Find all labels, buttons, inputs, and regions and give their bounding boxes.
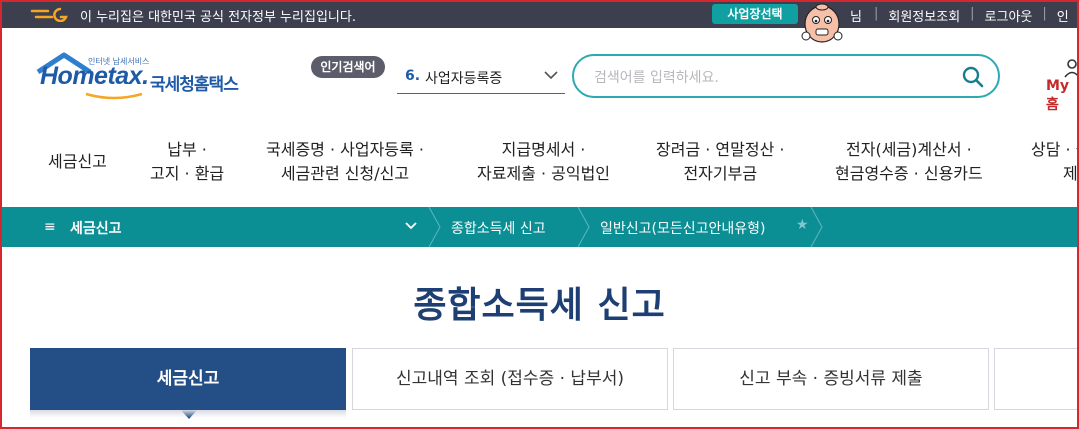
search-placeholder: 검색어를 입력하세요. xyxy=(594,70,719,86)
tab-label: 신고 부속 · 증빙서류 제출 xyxy=(739,369,923,389)
menu-certificates[interactable]: 국세증명 · 사업자등록 · 세금관련 신청/신고 xyxy=(266,138,424,186)
breadcrumb-separator-icon xyxy=(577,207,590,247)
menu-tax-filing[interactable]: 세금신고 xyxy=(48,150,107,174)
menu-line: 세금관련 신청/신고 xyxy=(280,164,410,183)
star-icon[interactable]: ★ xyxy=(796,217,809,233)
my-home-link[interactable]: My홈 xyxy=(1046,78,1079,114)
search-input[interactable]: 검색어를 입력하세요. xyxy=(572,54,1000,98)
user-name-suffix: 님 xyxy=(850,10,862,25)
menu-line: 자료제출 · 공익법인 xyxy=(477,164,611,183)
menu-icon: ≡ xyxy=(44,219,56,235)
menu-line: 현금영수증 · 신용카드 xyxy=(835,164,983,183)
logout-link[interactable]: 로그아웃 xyxy=(985,6,1033,25)
breadcrumb-separator-icon xyxy=(428,207,441,247)
tab-label: 신고내역 조회 (접수증 · 납부서) xyxy=(396,369,624,389)
tab-document-submission[interactable]: 신고 부속 · 증빙서류 제출 xyxy=(673,348,989,410)
breadcrumb-item[interactable]: 일반신고(모든신고안내유형) xyxy=(600,218,765,238)
top-links: | 회원정보조회 | 로그아웃 | 인 xyxy=(874,6,1069,25)
menu-e-invoice[interactable]: 전자(세금)계산서 · 현금영수증 · 신용카드 xyxy=(835,138,983,186)
menu-line: 납부 · xyxy=(167,140,207,159)
mascot-sticker-icon xyxy=(801,3,843,43)
separator: | xyxy=(1042,6,1047,21)
section-dropdown[interactable]: ≡ 세금신고 xyxy=(30,207,430,247)
separator: | xyxy=(874,6,879,21)
egov-logo-icon xyxy=(30,7,68,22)
search-icon[interactable] xyxy=(961,65,985,89)
truncated-top-link[interactable]: 인 xyxy=(1057,6,1069,25)
breadcrumb: ≡ 세금신고 종합소득세 신고 일반신고(모든신고안내유형) ★ xyxy=(0,207,1079,247)
logo-swoosh-icon xyxy=(85,92,143,100)
menu-line: 전자(세금)계산서 · xyxy=(846,140,972,159)
popular-term: 사업자등록증 xyxy=(425,71,503,87)
tab-tax-filing[interactable]: 세금신고 xyxy=(30,348,346,419)
menu-line: 지급명세서 · xyxy=(501,140,586,159)
popular-search-badge: 인기검색어 xyxy=(311,56,385,78)
breadcrumb-separator-icon xyxy=(810,207,823,247)
page-title: 종합소득세 신고 xyxy=(413,285,666,326)
hometax-logo[interactable]: 인터넷 납세서비스 Hometax. 국세청홈택스 xyxy=(30,52,250,104)
gov-notice-text: 이 누리집은 대한민국 공식 전자정부 누리집입니다. xyxy=(80,10,356,25)
menu-line: 장려금 · 연말정산 · xyxy=(656,140,785,159)
menu-line: 세금신고 xyxy=(48,152,107,171)
tab-label: 세금신고 xyxy=(156,369,220,389)
menu-payment[interactable]: 납부 · 고지 · 환급 xyxy=(150,138,224,186)
menu-line: 제 xyxy=(1063,164,1078,183)
main-menu: 세금신고 납부 · 고지 · 환급 국세증명 · 사업자등록 · 세금관련 신청… xyxy=(0,130,1079,192)
popular-search-select[interactable]: 6. 사업자등록증 xyxy=(397,62,565,94)
member-info-link[interactable]: 회원정보조회 xyxy=(888,6,960,25)
logo-wordmark: Hometax. xyxy=(40,62,149,90)
logo-korean-name: 국세청홈택스 xyxy=(150,75,239,95)
tab-truncated[interactable] xyxy=(994,348,1077,410)
menu-line: 상담 · 불 xyxy=(1031,140,1079,159)
menu-line: 국세증명 · 사업자등록 · xyxy=(266,140,424,159)
section-label: 세금신고 xyxy=(70,221,122,237)
business-select-button[interactable]: 사업장선택 xyxy=(712,4,798,24)
menu-line: 고지 · 환급 xyxy=(150,164,225,183)
separator: | xyxy=(970,6,975,21)
menu-line: 전자기부금 xyxy=(683,164,758,183)
menu-incentives[interactable]: 장려금 · 연말정산 · 전자기부금 xyxy=(656,138,784,186)
menu-consultation[interactable]: 상담 · 불 제 xyxy=(1031,138,1079,186)
tab-shadow xyxy=(30,410,346,418)
gov-notice-bar: 이 누리집은 대한민국 공식 전자정부 누리집입니다. 사업장선택 님 | 회원… xyxy=(0,0,1079,28)
chevron-down-icon xyxy=(405,222,417,230)
chevron-down-icon xyxy=(544,71,558,80)
breadcrumb-item[interactable]: 종합소득세 신고 xyxy=(451,218,546,238)
person-icon[interactable] xyxy=(1062,58,1079,78)
tab-filing-history[interactable]: 신고내역 조회 (접수증 · 납부서) xyxy=(352,348,668,410)
popular-rank: 6. xyxy=(405,68,421,84)
menu-payment-statements[interactable]: 지급명세서 · 자료제출 · 공익법인 xyxy=(477,138,610,186)
